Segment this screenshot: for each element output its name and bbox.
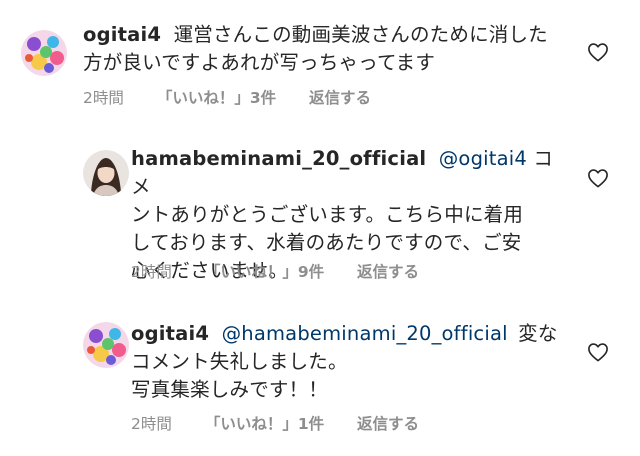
reply-comment-item: ogitai4 @hamabeminami_20_official 変な コメン… [0,300,640,456]
heart-icon[interactable] [587,42,609,62]
comment-reply-button[interactable]: 返信する [357,260,419,282]
comment-body-line: 写真集楽しみです！！ [131,378,329,401]
comment-text: ogitai4 運営さんこの動画美波さんのために消した 方が良いですよあれが写っ… [83,21,563,77]
comment-meta: 2時間 「いいね！」1件 返信する [131,412,419,434]
comment-text: ogitai4 @hamabeminami_20_official 変な コメン… [131,320,571,404]
comment-body-line: しております、水着のあたりですので、ご安 [131,231,522,254]
heart-icon[interactable] [587,342,609,362]
comment-likes-link[interactable]: 「いいね！」3件 [157,86,276,108]
comment-username[interactable]: ogitai4 [131,322,209,345]
mention-link[interactable]: @hamabeminami_20_official [222,322,508,345]
mention-link[interactable]: @ogitai4 [439,147,527,170]
heart-icon[interactable] [587,168,609,188]
comment-meta: 2時間 「いいね！」9件 返信する [131,260,419,282]
cartoon-avatar-icon [21,30,67,76]
avatar[interactable] [21,30,67,76]
comment-likes-link[interactable]: 「いいね！」1件 [205,412,324,434]
avatar[interactable] [83,150,129,196]
profile-photo-icon [83,150,129,196]
comment-body-line: 変な [518,322,558,345]
comment-meta: 2時間 「いいね！」3件 返信する [83,86,371,108]
reply-comment-item: hamabeminami_20_official @ogitai4 コメ ントあ… [0,120,640,300]
comment-reply-button[interactable]: 返信する [309,86,371,108]
avatar[interactable] [83,322,129,368]
comment-time: 2時間 [131,263,172,281]
comment-body-line: コメント失礼しました。 [131,350,348,373]
comment-time: 2時間 [83,89,124,107]
comment-body-line: 運営さんこの動画美波さんのために消した [173,23,548,46]
comment-body-line: 方が良いですよあれが写っちゃってます [83,51,436,74]
comment-item: ogitai4 運営さんこの動画美波さんのために消した 方が良いですよあれが写っ… [0,0,640,120]
cartoon-avatar-icon [83,322,129,368]
comment-body-line: ントありがとうございます。こちら中に着用 [131,203,524,226]
comment-username[interactable]: hamabeminami_20_official [131,147,426,170]
comment-reply-button[interactable]: 返信する [357,412,419,434]
comment-time: 2時間 [131,415,172,433]
comment-likes-link[interactable]: 「いいね！」9件 [205,260,324,282]
comment-username[interactable]: ogitai4 [83,23,161,46]
